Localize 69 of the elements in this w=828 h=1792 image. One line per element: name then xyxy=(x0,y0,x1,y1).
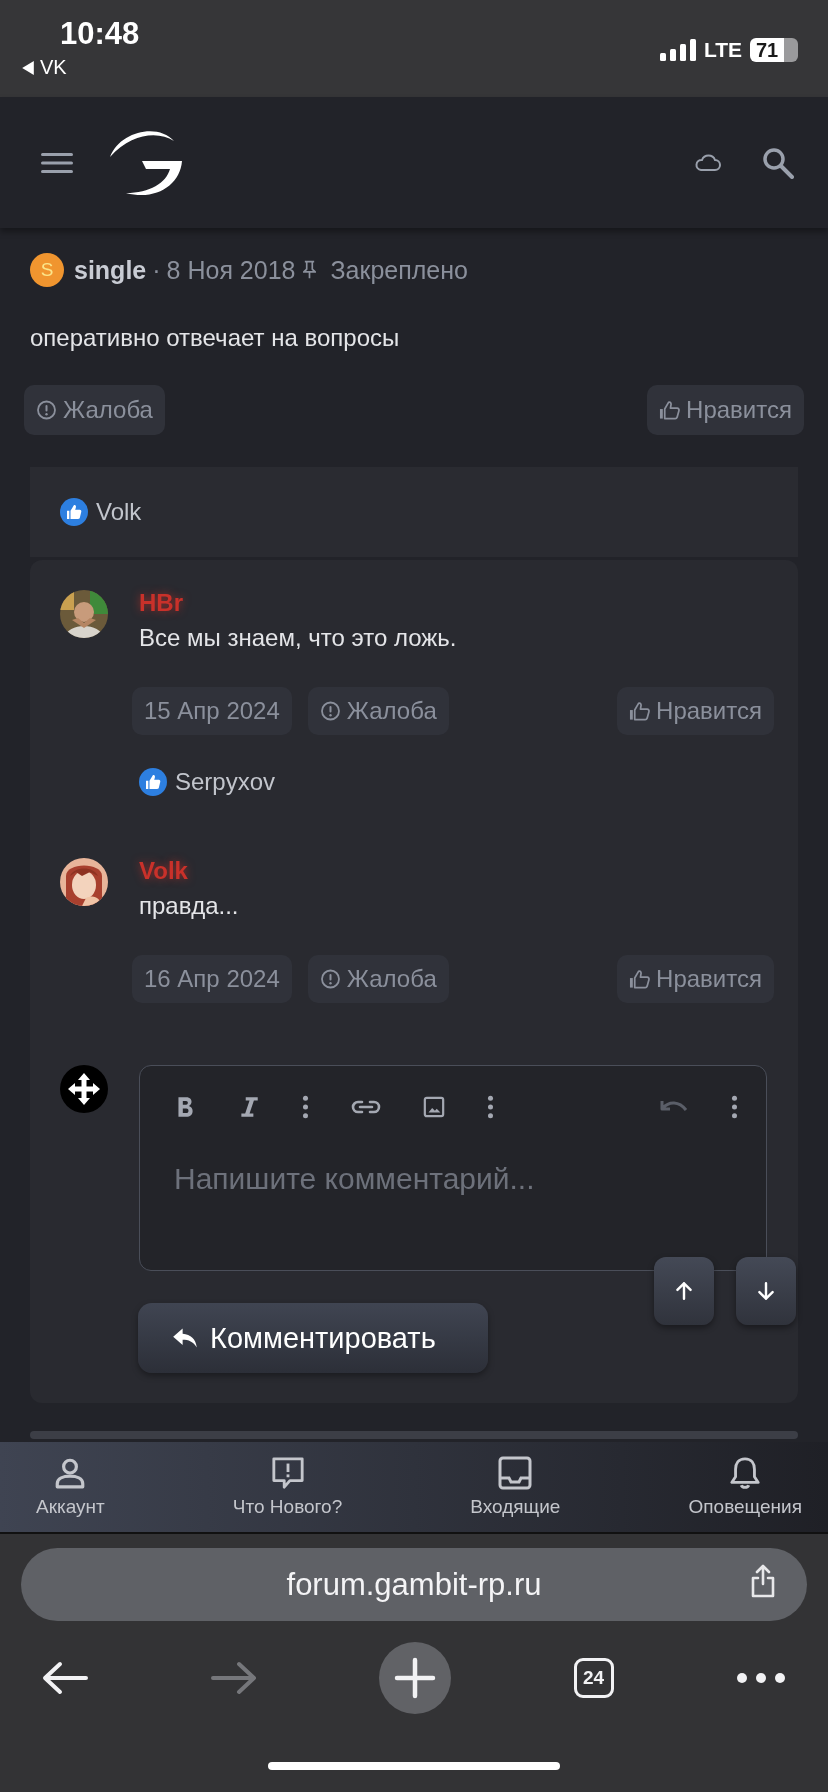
inbox-icon xyxy=(498,1456,533,1490)
url-text: forum.gambit-rp.ru xyxy=(286,1566,542,1603)
cloud-icon[interactable] xyxy=(694,153,722,172)
pin-icon xyxy=(303,260,317,280)
date-label: 16 Апр 2024 xyxy=(132,955,292,1003)
triangle-icon xyxy=(22,60,34,75)
search-icon[interactable] xyxy=(762,146,794,179)
more-vertical-icon[interactable] xyxy=(302,1095,309,1119)
thumbs-up-icon xyxy=(659,400,681,420)
exclamation-circle-icon xyxy=(319,969,341,989)
nav-label: Что Нового? xyxy=(232,1496,343,1518)
post-date[interactable]: 8 Ноя 2018 xyxy=(166,255,296,285)
report-button[interactable]: Жалоба xyxy=(307,955,449,1003)
back-to-app-link[interactable]: VK xyxy=(22,56,67,79)
image-icon[interactable] xyxy=(423,1095,445,1119)
author-name[interactable]: single xyxy=(74,255,147,285)
liker-name[interactable]: Serpyxov xyxy=(175,768,276,796)
exclamation-circle-icon xyxy=(319,701,341,721)
nav-tab[interactable]: Аккаунт xyxy=(36,1442,105,1532)
back-arrow-icon[interactable] xyxy=(42,1661,88,1695)
nav-label: Входящие xyxy=(470,1496,561,1518)
nav-tab[interactable]: Входящие xyxy=(470,1442,561,1532)
like-button[interactable]: Нравится xyxy=(617,955,774,1003)
like-button[interactable]: Нравится xyxy=(617,687,774,735)
nav-label: Аккаунт xyxy=(36,1496,105,1518)
thumbs-up-icon xyxy=(60,498,88,526)
post-text: оперативно отвечает на вопросы xyxy=(29,323,401,352)
signal-icon xyxy=(659,39,696,61)
menu-icon[interactable] xyxy=(40,150,74,175)
report-button[interactable]: Жалоба xyxy=(307,687,449,735)
battery-indicator: 71 xyxy=(750,38,798,62)
exclamation-circle-icon xyxy=(36,400,57,420)
nav-tab[interactable]: Оповещения xyxy=(688,1442,802,1532)
thumbs-up-icon xyxy=(139,768,167,796)
like-button[interactable]: Нравится xyxy=(647,385,804,435)
link-icon[interactable] xyxy=(351,1098,381,1116)
thumbs-up-icon xyxy=(629,701,651,721)
liker-name[interactable]: Volk xyxy=(96,498,142,526)
share-icon[interactable] xyxy=(749,1564,777,1598)
placeholder-text: Напишите комментарий... xyxy=(174,1162,536,1196)
plus-icon[interactable] xyxy=(379,1642,451,1714)
date-label: 15 Апр 2024 xyxy=(132,687,292,735)
bell-icon xyxy=(728,1456,763,1490)
down-arrow-icon xyxy=(755,1280,777,1302)
report-button[interactable]: Жалоба xyxy=(24,385,165,435)
comment-button[interactable]: Комментировать xyxy=(138,1303,488,1373)
pinned-label: Закреплено xyxy=(330,255,468,285)
more-vertical-icon[interactable] xyxy=(731,1095,738,1119)
separator-dot: · xyxy=(152,255,161,285)
address-bar[interactable]: forum.gambit-rp.ru xyxy=(21,1548,807,1621)
clock-time: 10:48 xyxy=(60,16,140,52)
comment-text: Все мы знаем, что это ложь. xyxy=(138,624,458,652)
scroll-up-button[interactable] xyxy=(654,1257,714,1325)
move-icon xyxy=(60,1065,108,1113)
speech-bubble-alert-icon xyxy=(270,1456,305,1490)
nav-label: Оповещения xyxy=(688,1496,802,1518)
reply-icon xyxy=(172,1327,198,1349)
scroll-down-button[interactable] xyxy=(736,1257,796,1325)
thumbs-up-icon xyxy=(629,969,651,989)
comment-editor[interactable]: Напишите комментарий... xyxy=(139,1065,767,1271)
tabs-button[interactable]: 24 xyxy=(573,1658,614,1698)
scrollbar[interactable] xyxy=(30,1431,798,1439)
more-vertical-icon[interactable] xyxy=(487,1095,494,1119)
up-arrow-icon xyxy=(673,1280,695,1302)
nav-tab[interactable]: Что Нового? xyxy=(232,1442,343,1532)
italic-icon[interactable] xyxy=(238,1095,260,1119)
comment-text: правда... xyxy=(138,892,240,920)
network-label: LTE xyxy=(703,38,742,62)
more-icon[interactable] xyxy=(736,1672,786,1684)
